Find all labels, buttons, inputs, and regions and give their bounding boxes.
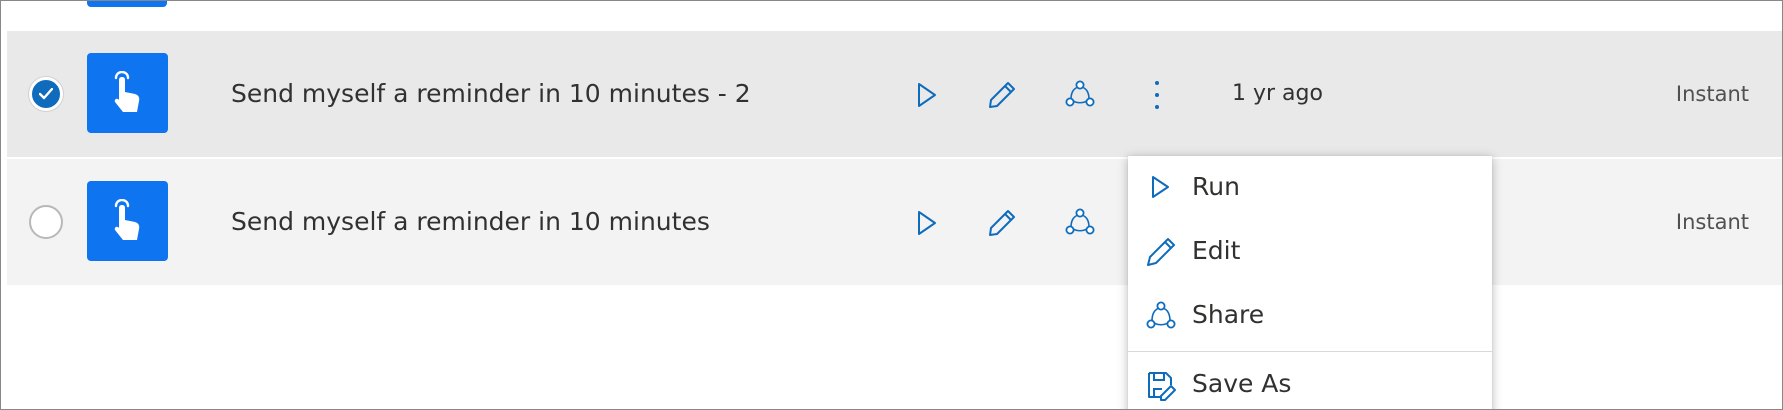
play-icon	[918, 211, 936, 235]
more-vertical-icon	[1155, 81, 1159, 109]
pencil-icon	[989, 82, 1015, 108]
flow-row[interactable]: Send myself a reminder in 10 minutes Ins…	[7, 159, 1782, 285]
run-button[interactable]	[906, 75, 946, 115]
menu-item-label: Edit	[1192, 236, 1241, 265]
edit-button[interactable]	[982, 75, 1022, 115]
menu-item-label: Save As	[1192, 369, 1292, 398]
more-options-button[interactable]	[1137, 75, 1177, 115]
touch-icon	[114, 71, 140, 112]
menu-item-run[interactable]: Run	[1128, 156, 1492, 220]
flow-row[interactable]: Send myself a reminder in 10 minutes - 2	[7, 31, 1782, 157]
share-button[interactable]	[1059, 203, 1099, 243]
menu-item-share[interactable]: Share	[1128, 284, 1492, 348]
menu-item-edit[interactable]: Edit	[1128, 220, 1492, 284]
flows-list-panel: Send myself a reminder in 10 minutes - 2	[0, 0, 1783, 410]
previous-flow-tile	[87, 1, 167, 7]
menu-item-save-as[interactable]: Save As	[1128, 353, 1492, 409]
menu-item-label: Run	[1192, 172, 1240, 201]
pencil-icon	[989, 210, 1015, 236]
run-button[interactable]	[906, 203, 946, 243]
menu-divider	[1128, 351, 1492, 352]
row-checkbox[interactable]	[29, 205, 63, 239]
share-button[interactable]	[1059, 75, 1099, 115]
checkmark-icon	[39, 88, 53, 100]
row-context-menu: Run Edit Share Save As	[1128, 156, 1492, 409]
flow-name[interactable]: Send myself a reminder in 10 minutes - 2	[231, 77, 751, 111]
play-icon	[918, 83, 936, 107]
flow-type: Instant	[1675, 82, 1749, 106]
flow-type-tile	[87, 181, 168, 261]
touch-icon	[114, 199, 140, 240]
flow-type-tile	[87, 53, 168, 133]
row-checkbox-checked[interactable]	[29, 77, 63, 111]
save-as-icon	[1148, 372, 1176, 401]
modified-time: 1 yr ago	[1232, 81, 1323, 106]
share-icon	[1065, 208, 1095, 235]
pencil-icon	[1147, 238, 1175, 266]
edit-button[interactable]	[982, 203, 1022, 243]
flow-type: Instant	[1675, 210, 1749, 234]
share-icon	[1146, 301, 1176, 329]
flow-name[interactable]: Send myself a reminder in 10 minutes	[231, 205, 710, 239]
share-icon	[1065, 80, 1095, 107]
menu-item-label: Share	[1192, 300, 1265, 329]
play-icon	[1152, 176, 1169, 198]
